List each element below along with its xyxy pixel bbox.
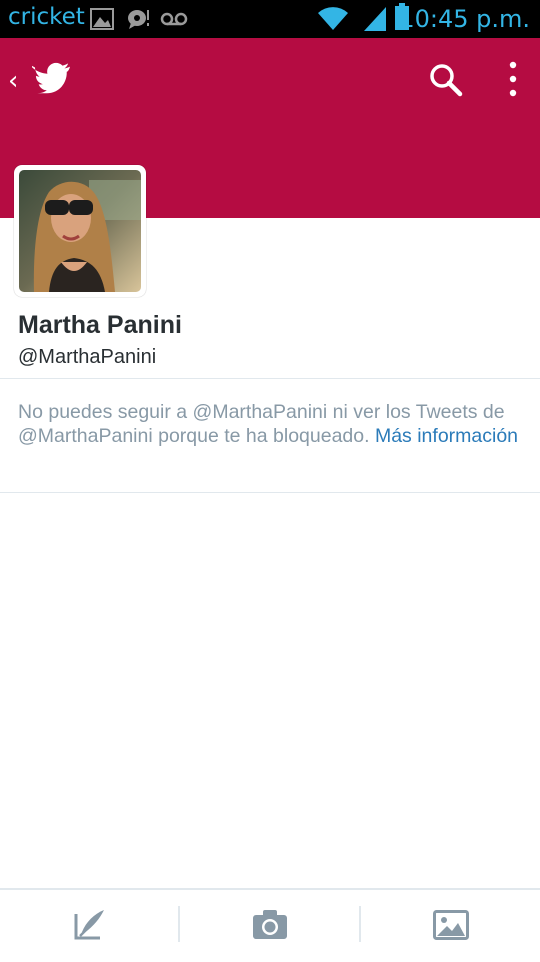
avatar[interactable] xyxy=(14,165,146,297)
chat-notification-icon xyxy=(126,7,152,36)
status-time: 10:45 p.m. xyxy=(399,5,530,33)
overflow-menu-icon[interactable] xyxy=(505,60,521,103)
gallery-button[interactable] xyxy=(361,890,540,960)
image-notification-icon xyxy=(90,7,114,36)
back-icon[interactable]: ‹ xyxy=(8,66,18,96)
more-info-link[interactable]: Más información xyxy=(375,425,518,447)
camera-button[interactable] xyxy=(180,890,359,960)
profile-photo xyxy=(19,170,141,292)
signal-icon xyxy=(362,4,388,37)
compose-tweet-button[interactable] xyxy=(0,890,179,960)
bottom-toolbar xyxy=(0,888,540,962)
status-bar: cricket 10:45 p.m. xyxy=(0,0,540,38)
divider xyxy=(0,492,540,493)
search-icon[interactable] xyxy=(428,62,464,103)
twitter-bird-icon[interactable] xyxy=(29,62,72,101)
carrier-name: cricket xyxy=(8,4,85,30)
wifi-icon xyxy=(316,4,350,37)
blocked-notice: No puedes seguir a @MarthaPanini ni ver … xyxy=(18,400,523,448)
divider xyxy=(0,378,540,379)
profile-name: Martha Panini xyxy=(18,311,182,339)
voicemail-icon xyxy=(160,10,188,33)
profile-handle: @MarthaPanini xyxy=(18,346,157,368)
